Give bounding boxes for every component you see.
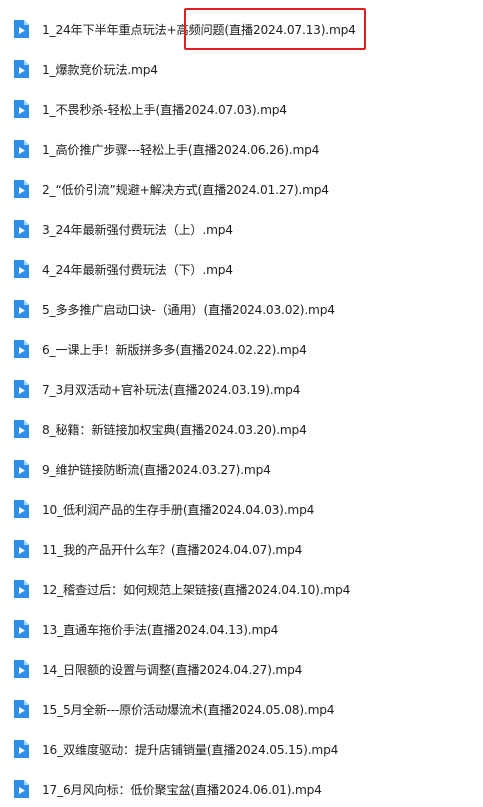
file-name: 3_24年最新强付费玩法（上）.mp4 (42, 223, 233, 237)
file-row[interactable]: 13_直通车拖价手法(直播2024.04.13).mp4 (0, 609, 483, 649)
video-file-icon (12, 379, 30, 399)
file-row[interactable]: 2_“低价引流”规避+解决方式(直播2024.01.27).mp4 (0, 169, 483, 209)
video-file-icon (12, 659, 30, 679)
file-name: 16_双维度驱动：提升店铺销量(直播2024.05.15).mp4 (42, 743, 339, 757)
file-name: 7_3月双活动+官补玩法(直播2024.03.19).mp4 (42, 383, 301, 397)
file-row[interactable]: 14_日限额的设置与调整(直播2024.04.27).mp4 (0, 649, 483, 689)
file-name: 2_“低价引流”规避+解决方式(直播2024.01.27).mp4 (42, 183, 329, 197)
file-row[interactable]: 5_多多推广启动口诀-（通用）(直播2024.03.02).mp4 (0, 289, 483, 329)
file-row[interactable]: 11_我的产品开什么车？(直播2024.04.07).mp4 (0, 529, 483, 569)
video-file-icon (12, 779, 30, 799)
video-file-icon (12, 619, 30, 639)
file-list: 1_24年下半年重点玩法+高频问题(直播2024.07.13).mp4 1_爆款竞… (0, 0, 483, 807)
file-row[interactable]: 3_24年最新强付费玩法（上）.mp4 (0, 209, 483, 249)
video-file-icon (12, 19, 30, 39)
file-row[interactable]: 1_高价推广步骤---轻松上手(直播2024.06.26).mp4 (0, 129, 483, 169)
file-row[interactable]: 1_爆款竞价玩法.mp4 (0, 49, 483, 89)
file-name: 17_6月风向标：低价聚宝盆(直播2024.06.01).mp4 (42, 783, 322, 797)
file-name: 9_维护链接防断流(直播2024.03.27).mp4 (42, 463, 271, 477)
video-file-icon (12, 459, 30, 479)
file-row[interactable]: 1_不畏秒杀-轻松上手(直播2024.07.03).mp4 (0, 89, 483, 129)
video-file-icon (12, 259, 30, 279)
video-file-icon (12, 579, 30, 599)
file-row[interactable]: 15_5月全新---原价活动爆流术(直播2024.05.08).mp4 (0, 689, 483, 729)
highlight-annotation-box (184, 8, 366, 50)
file-name: 12_稽查过后：如何规范上架链接(直播2024.04.10).mp4 (42, 583, 351, 597)
file-name: 1_不畏秒杀-轻松上手(直播2024.07.03).mp4 (42, 103, 287, 117)
video-file-icon (12, 219, 30, 239)
file-row[interactable]: 8_秘籍：新链接加权宝典(直播2024.03.20).mp4 (0, 409, 483, 449)
file-name: 5_多多推广启动口诀-（通用）(直播2024.03.02).mp4 (42, 303, 335, 317)
file-row[interactable]: 16_双维度驱动：提升店铺销量(直播2024.05.15).mp4 (0, 729, 483, 769)
file-name: 11_我的产品开什么车？(直播2024.04.07).mp4 (42, 543, 303, 557)
file-row[interactable]: 6_一课上手！新版拼多多(直播2024.02.22).mp4 (0, 329, 483, 369)
file-name: 1_高价推广步骤---轻松上手(直播2024.06.26).mp4 (42, 143, 320, 157)
video-file-icon (12, 339, 30, 359)
video-file-icon (12, 59, 30, 79)
file-name: 14_日限额的设置与调整(直播2024.04.27).mp4 (42, 663, 303, 677)
video-file-icon (12, 299, 30, 319)
file-name: 10_低利润产品的生存手册(直播2024.04.03).mp4 (42, 503, 315, 517)
video-file-icon (12, 739, 30, 759)
file-name: 8_秘籍：新链接加权宝典(直播2024.03.20).mp4 (42, 423, 307, 437)
video-file-icon (12, 139, 30, 159)
video-file-icon (12, 499, 30, 519)
file-name: 1_爆款竞价玩法.mp4 (42, 63, 158, 77)
video-file-icon (12, 699, 30, 719)
video-file-icon (12, 419, 30, 439)
file-row[interactable]: 7_3月双活动+官补玩法(直播2024.03.19).mp4 (0, 369, 483, 409)
file-row[interactable]: 12_稽查过后：如何规范上架链接(直播2024.04.10).mp4 (0, 569, 483, 609)
file-name: 15_5月全新---原价活动爆流术(直播2024.05.08).mp4 (42, 703, 335, 717)
video-file-icon (12, 179, 30, 199)
file-name: 13_直通车拖价手法(直播2024.04.13).mp4 (42, 623, 279, 637)
file-row[interactable]: 9_维护链接防断流(直播2024.03.27).mp4 (0, 449, 483, 489)
file-row[interactable]: 17_6月风向标：低价聚宝盆(直播2024.06.01).mp4 (0, 769, 483, 807)
file-name: 4_24年最新强付费玩法（下）.mp4 (42, 263, 233, 277)
file-row[interactable]: 4_24年最新强付费玩法（下）.mp4 (0, 249, 483, 289)
file-row[interactable]: 10_低利润产品的生存手册(直播2024.04.03).mp4 (0, 489, 483, 529)
video-file-icon (12, 539, 30, 559)
video-file-icon (12, 99, 30, 119)
file-name: 6_一课上手！新版拼多多(直播2024.02.22).mp4 (42, 343, 307, 357)
